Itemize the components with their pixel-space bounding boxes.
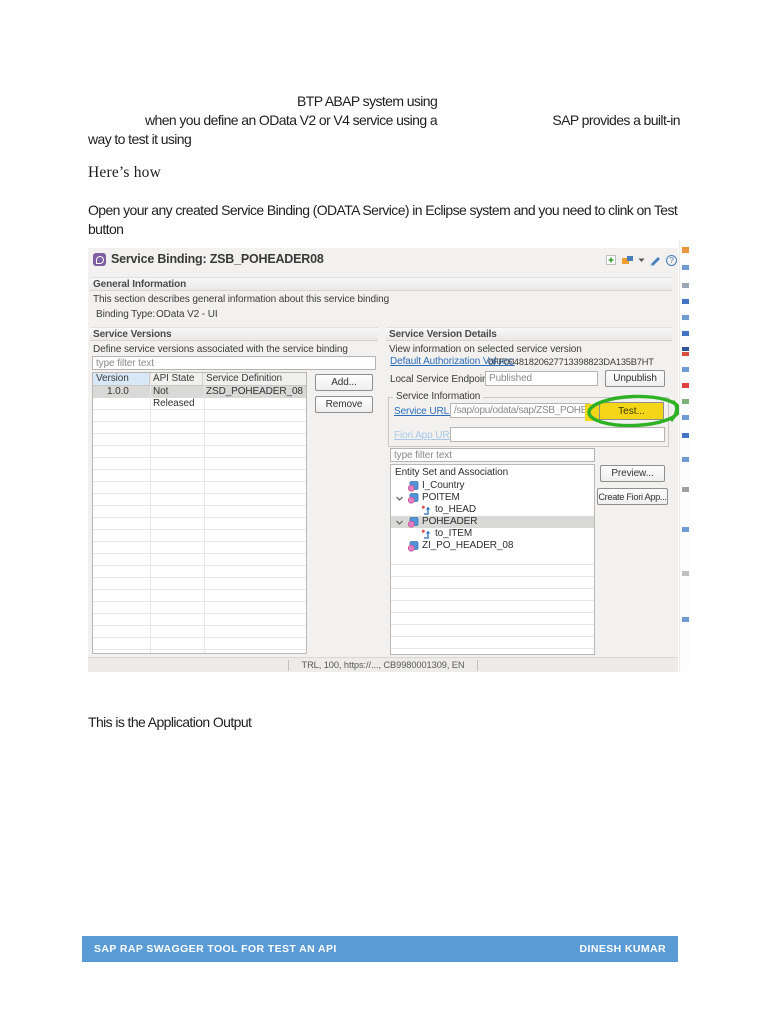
cell-api-state: Not Released [153, 386, 195, 409]
create-fiori-button-wrap: Create Fiori App... [597, 488, 668, 505]
entity-set-icon [407, 481, 419, 492]
tree-item-to-item[interactable]: to_ITEM [391, 528, 594, 540]
fiori-url-input-wrap [450, 427, 665, 442]
general-info-header: General Information [90, 277, 672, 291]
binding-type-value: OData V2 - UI [156, 309, 218, 320]
fiori-app-url-input[interactable] [450, 427, 665, 442]
column-header-api-state[interactable]: API State [150, 373, 203, 385]
tree-item-poheader[interactable]: POHEADER [391, 516, 594, 528]
details-header: Service Version Details [386, 327, 672, 341]
intro-line-3: way to test it using [88, 131, 192, 147]
service-information-label: Service Information [393, 391, 484, 402]
service-url-input[interactable] [450, 403, 590, 418]
fiori-app-url-link: Fiori App URL: [394, 430, 458, 441]
table-row[interactable]: 1.0.0 Not Released ZSD_POHEADER_08 [93, 386, 306, 409]
section-heading: Here’s how [88, 164, 162, 181]
tree-item-zi-po-header-08[interactable]: ZI_PO_HEADER_08 [391, 540, 594, 552]
editor-title: Service Binding: ZSB_POHEADER08 [111, 252, 324, 266]
binding-type-label: Binding Type: [96, 309, 156, 320]
status-bar: TRL, 100, https://..., CB9980001309, EN [88, 657, 678, 672]
service-versions-header: Service Versions [90, 327, 378, 341]
paragraph-line-1: Open your any created Service Binding (O… [88, 202, 678, 218]
footer-author: DINESH KUMAR [579, 943, 666, 955]
endpoint-input-wrap [485, 371, 598, 386]
add-button[interactable]: Add... [315, 374, 373, 391]
remove-button-wrap: Remove [315, 396, 373, 413]
unpublish-button[interactable]: Unpublish [605, 370, 665, 387]
document-page: BTP ABAP system using when you define an… [0, 0, 768, 1024]
entity-filter-input[interactable] [390, 448, 595, 462]
association-icon [421, 505, 431, 515]
column-header-service-definition[interactable]: Service Definition [203, 373, 306, 385]
service-url-input-wrap [450, 403, 590, 418]
entity-tree-header: Entity Set and Association [395, 467, 509, 478]
entity-set-icon [407, 493, 419, 504]
endpoint-status-input[interactable] [485, 371, 598, 386]
service-versions-description: Define service versions associated with … [93, 344, 348, 355]
tree-item-poitem[interactable]: POITEM [391, 492, 594, 504]
default-auth-value: 0FF00481820627713398823DA135B7HT [488, 357, 654, 367]
edit-icon[interactable] [649, 254, 662, 266]
paragraph-line-2: button [88, 221, 124, 237]
preview-button-wrap: Preview... [600, 465, 665, 482]
empty-table-rows [93, 398, 306, 653]
tree-item-i-country[interactable]: I_Country [391, 480, 594, 492]
test-button-wrap: Test... [599, 402, 664, 420]
preview-button[interactable]: Preview... [600, 465, 665, 482]
versions-filter-wrap [92, 356, 376, 370]
cell-service-definition: ZSD_POHEADER_08 [206, 386, 303, 397]
versions-filter-input[interactable] [92, 356, 376, 370]
page-edge-annotations [679, 241, 690, 671]
footer-bar: SAP RAP SWAGGER TOOL FOR TEST AN API DIN… [82, 936, 678, 962]
test-button[interactable]: Test... [599, 402, 664, 420]
versions-table: Version API State Service Definition 1.0… [92, 372, 307, 654]
status-text: TRL, 100, https://..., CB9980001309, EN [288, 659, 478, 671]
intro-line-1: BTP ABAP system using [297, 93, 438, 109]
add-button-wrap: Add... [315, 374, 373, 391]
local-endpoint-label: Local Service Endpoint: [390, 374, 493, 385]
versions-table-header: Version API State Service Definition [93, 373, 306, 386]
service-binding-editor: Service Binding: ZSB_POHEADER08 ? Genera… [88, 248, 681, 672]
entity-filter-wrap [390, 448, 595, 462]
dropdown-caret-icon[interactable] [638, 254, 645, 266]
help-icon[interactable]: ? [666, 254, 677, 266]
unpublish-button-wrap: Unpublish [605, 370, 665, 387]
entity-set-icon [407, 517, 419, 528]
remove-button[interactable]: Remove [315, 396, 373, 413]
footer-title: SAP RAP SWAGGER TOOL FOR TEST AN API [94, 943, 337, 955]
intro-line-2: when you define an OData V2 or V4 servic… [145, 112, 681, 128]
column-header-version[interactable]: Version [93, 373, 150, 385]
chevron-down-icon[interactable] [395, 494, 404, 503]
create-fiori-app-button[interactable]: Create Fiori App... [597, 488, 668, 505]
output-caption: This is the Application Output [88, 714, 252, 730]
entity-tree: Entity Set and Association I_Country POI… [390, 464, 595, 655]
cell-version: 1.0.0 [107, 386, 129, 397]
general-info-description: This section describes general informati… [93, 294, 390, 305]
entity-set-icon [407, 541, 419, 552]
activate-icon[interactable] [621, 254, 634, 266]
empty-tree-rows [391, 553, 594, 654]
export-icon[interactable] [605, 254, 617, 266]
details-description: View information on selected service ver… [389, 344, 582, 355]
tree-item-to-head[interactable]: to_HEAD [391, 504, 594, 516]
service-binding-icon [93, 253, 106, 266]
association-icon [421, 529, 431, 539]
chevron-down-icon[interactable] [395, 518, 404, 527]
editor-toolbar: ? [605, 254, 677, 266]
service-url-link[interactable]: Service URL: [394, 406, 452, 417]
